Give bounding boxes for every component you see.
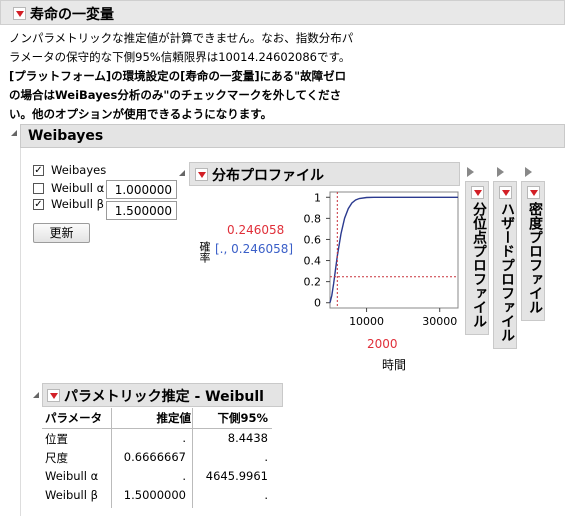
profile-title: 分布プロファイル: [212, 168, 324, 184]
param-header-estimate: 推定値: [156, 411, 192, 425]
beta-input[interactable]: 1.500000: [106, 201, 177, 220]
red-triangle-icon[interactable]: [527, 186, 540, 199]
param-cell: 尺度: [45, 451, 68, 465]
param-cell: 8.4438: [227, 431, 268, 445]
red-triangle-icon[interactable]: [195, 168, 208, 181]
param-disclosure-icon[interactable]: [33, 392, 39, 398]
plot-frame: [329, 191, 459, 309]
alpha-checkbox-label: Weibull α: [51, 181, 105, 195]
side-panel-density[interactable]: 密度プロファイル: [521, 181, 545, 321]
side-disclosure-3[interactable]: [525, 167, 532, 177]
param-cell: 位置: [45, 432, 68, 446]
table-row: Weibull β 1.5000000 .: [42, 486, 272, 505]
param-header-parameter: パラメータ: [45, 411, 103, 425]
x-axis-label: 時間: [382, 358, 407, 372]
table-row: 尺度 0.6666667 .: [42, 448, 272, 467]
profile-menu-button[interactable]: [195, 167, 208, 181]
param-cell: .: [264, 450, 268, 464]
side-menu-hazard[interactable]: [499, 185, 512, 199]
y-tick-label: 0.8: [304, 212, 322, 225]
side-title-hazard: ハザードプロファイル: [499, 202, 515, 342]
param-table: パラメータ 推定値 下側95% 位置 . 8.4438 尺度 0.6666667…: [42, 408, 272, 508]
note-line-1: ノンパラメトリックな推定値が計算できません。なお、指数分布パ: [9, 31, 354, 45]
y-tick-label: 1: [314, 191, 321, 204]
profile-chart[interactable]: 0 0.2 0.4 0.6 0.8 1 10000 30000: [300, 188, 465, 338]
side-menu-quantile[interactable]: [471, 185, 484, 199]
beta-checkbox[interactable]: ✓: [33, 199, 44, 210]
alpha-checkbox[interactable]: [33, 183, 44, 194]
y-axis-label: 確率: [198, 241, 211, 263]
update-button[interactable]: 更新: [33, 223, 90, 243]
weibayes-checkbox[interactable]: ✓: [33, 165, 44, 176]
y-tick-label: 0.4: [304, 255, 322, 268]
weibayes-disclosure-icon[interactable]: [11, 130, 17, 136]
param-title: パラメトリック推定 - Weibull: [64, 389, 264, 405]
outline-menu-button[interactable]: [13, 6, 26, 20]
red-triangle-icon[interactable]: [13, 7, 26, 20]
param-cell: .: [264, 488, 268, 502]
param-header-lower95: 下側95%: [217, 411, 268, 425]
note-line-4: の場合はWeiBayes分析のみ"のチェックマークを外してくださ: [9, 88, 342, 102]
weibayes-title: Weibayes: [28, 128, 104, 144]
y-tick-label: 0.2: [304, 276, 322, 289]
profile-disclosure-icon[interactable]: [179, 170, 185, 176]
param-cell: Weibull α: [45, 469, 99, 483]
side-panel-quantile[interactable]: 分位点プロファイル: [465, 181, 489, 335]
alpha-input[interactable]: 1.000000: [106, 180, 177, 199]
param-menu-button[interactable]: [47, 388, 60, 402]
note-line-3: [プラットフォーム]の環境設定の[寿命の一変量]にある"故障ゼロ: [9, 69, 347, 83]
y-interval-readout: [., 0.246058]: [215, 242, 294, 256]
table-row: Weibull α . 4645.9961: [42, 467, 272, 486]
param-cell: .: [182, 431, 186, 445]
param-cell: 4645.9961: [205, 469, 268, 483]
outline-title: 寿命の一変量: [30, 7, 114, 23]
x-readout: 2000: [367, 337, 398, 351]
beta-checkbox-label: Weibull β: [51, 197, 104, 211]
y-readout: 0.246058: [227, 223, 285, 237]
side-disclosure-1[interactable]: [467, 167, 474, 177]
side-menu-density[interactable]: [527, 185, 540, 199]
side-disclosure-2[interactable]: [497, 167, 504, 177]
y-tick-label: 0.6: [304, 233, 322, 246]
note-line-2: ラメータの保守的な下側95%信頼限界は10014.24602086です。: [9, 50, 351, 64]
red-triangle-icon[interactable]: [471, 186, 484, 199]
y-tick-label: 0: [314, 297, 321, 310]
red-triangle-icon[interactable]: [47, 389, 60, 402]
table-row: 位置 . 8.4438: [42, 429, 272, 448]
x-tick-label: 30000: [422, 315, 457, 328]
param-cell: 0.6666667: [123, 450, 186, 464]
param-cell: 1.5000000: [123, 488, 186, 502]
side-title-quantile: 分位点プロファイル: [471, 202, 487, 328]
x-tick-label: 10000: [349, 315, 384, 328]
side-panel-hazard[interactable]: ハザードプロファイル: [493, 181, 517, 349]
red-triangle-icon[interactable]: [499, 186, 512, 199]
side-title-density: 密度プロファイル: [527, 202, 543, 314]
param-cell: .: [182, 469, 186, 483]
param-cell: Weibull β: [45, 488, 98, 502]
note-line-5: い。他のオプションが使用できるようになります。: [9, 107, 273, 121]
weibayes-checkbox-label: Weibayes: [51, 163, 107, 177]
